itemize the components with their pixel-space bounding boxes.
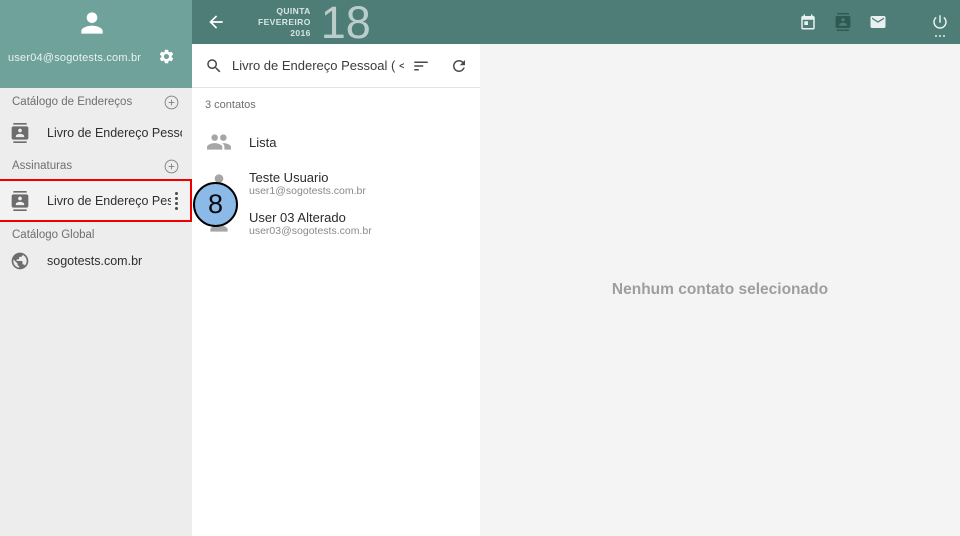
mail-icon[interactable] xyxy=(869,13,887,31)
search-icon xyxy=(205,57,223,75)
globe-icon xyxy=(10,251,30,271)
contact-email: user1@sogotests.com.br xyxy=(249,185,366,197)
calendar-icon[interactable] xyxy=(799,13,817,31)
contact-count: 3 contatos xyxy=(205,99,480,111)
section-title: Assinaturas xyxy=(12,160,163,172)
user-email: user04@sogotests.com.br xyxy=(8,52,141,64)
search-bar: Livro de Endereço Pessoal ( <user01... xyxy=(192,44,480,88)
group-icon xyxy=(206,129,232,155)
sidebar-item-label: sogotests.com.br xyxy=(47,254,182,268)
contacts-icon[interactable] xyxy=(834,13,852,31)
section-title: Catálogo Global xyxy=(12,229,180,241)
address-book-icon xyxy=(10,123,30,143)
annotation-highlight-box xyxy=(0,179,192,222)
back-arrow-icon[interactable] xyxy=(206,12,226,32)
sidebar: user04@sogotests.com.br Catálogo de Ende… xyxy=(0,0,192,536)
sidebar-item-global-domain[interactable]: sogotests.com.br xyxy=(0,246,192,276)
date-year: 2016 xyxy=(258,28,311,39)
contact-list: Lista Teste Usuario user1@sogotests.com.… xyxy=(192,121,480,243)
contact-name: Lista xyxy=(249,135,276,150)
contact-name: Teste Usuario xyxy=(249,170,366,185)
section-address-books: Catálogo de Endereços xyxy=(0,88,192,116)
sogo-contacts-app: user04@sogotests.com.br Catálogo de Ende… xyxy=(0,0,960,536)
search-input[interactable]: Livro de Endereço Pessoal ( <user01... xyxy=(232,58,404,73)
contact-email: user03@sogotests.com.br xyxy=(249,225,372,237)
date-month: FEVEREIRO xyxy=(258,17,311,28)
contact-list-column: Livro de Endereço Pessoal ( <user01... 3… xyxy=(192,44,480,536)
sidebar-item-label: Livro de Endereço Pessoal xyxy=(47,126,182,140)
power-dots xyxy=(935,35,945,37)
sidebar-user-header: user04@sogotests.com.br xyxy=(0,0,192,88)
sort-icon[interactable] xyxy=(412,57,430,75)
section-global-catalog: Catálogo Global xyxy=(0,222,192,248)
empty-selection-message: Nenhum contato selecionado xyxy=(612,281,828,299)
date-day-number: 18 xyxy=(321,3,371,43)
sidebar-item-personal-address-book[interactable]: Livro de Endereço Pessoal xyxy=(0,116,192,150)
contact-name: User 03 Alterado xyxy=(249,210,372,225)
section-title: Catálogo de Endereços xyxy=(12,96,163,108)
date-block: QUINTA FEVEREIRO 2016 xyxy=(258,6,311,39)
detail-panel: Nenhum contato selecionado xyxy=(480,44,960,536)
user-avatar-icon xyxy=(76,7,108,39)
add-subscription-button[interactable] xyxy=(163,158,180,175)
app-switcher-icons xyxy=(782,13,960,31)
logout-power-icon[interactable] xyxy=(931,13,949,31)
refresh-icon[interactable] xyxy=(450,57,468,75)
add-address-book-button[interactable] xyxy=(163,94,180,111)
section-subscriptions: Assinaturas xyxy=(0,152,192,180)
list-item-lista[interactable]: Lista xyxy=(192,121,480,163)
top-header: QUINTA FEVEREIRO 2016 18 xyxy=(192,0,960,44)
settings-gear-icon[interactable] xyxy=(158,48,175,65)
date-weekday: QUINTA xyxy=(258,6,311,17)
annotation-number-badge: 8 xyxy=(193,182,238,227)
